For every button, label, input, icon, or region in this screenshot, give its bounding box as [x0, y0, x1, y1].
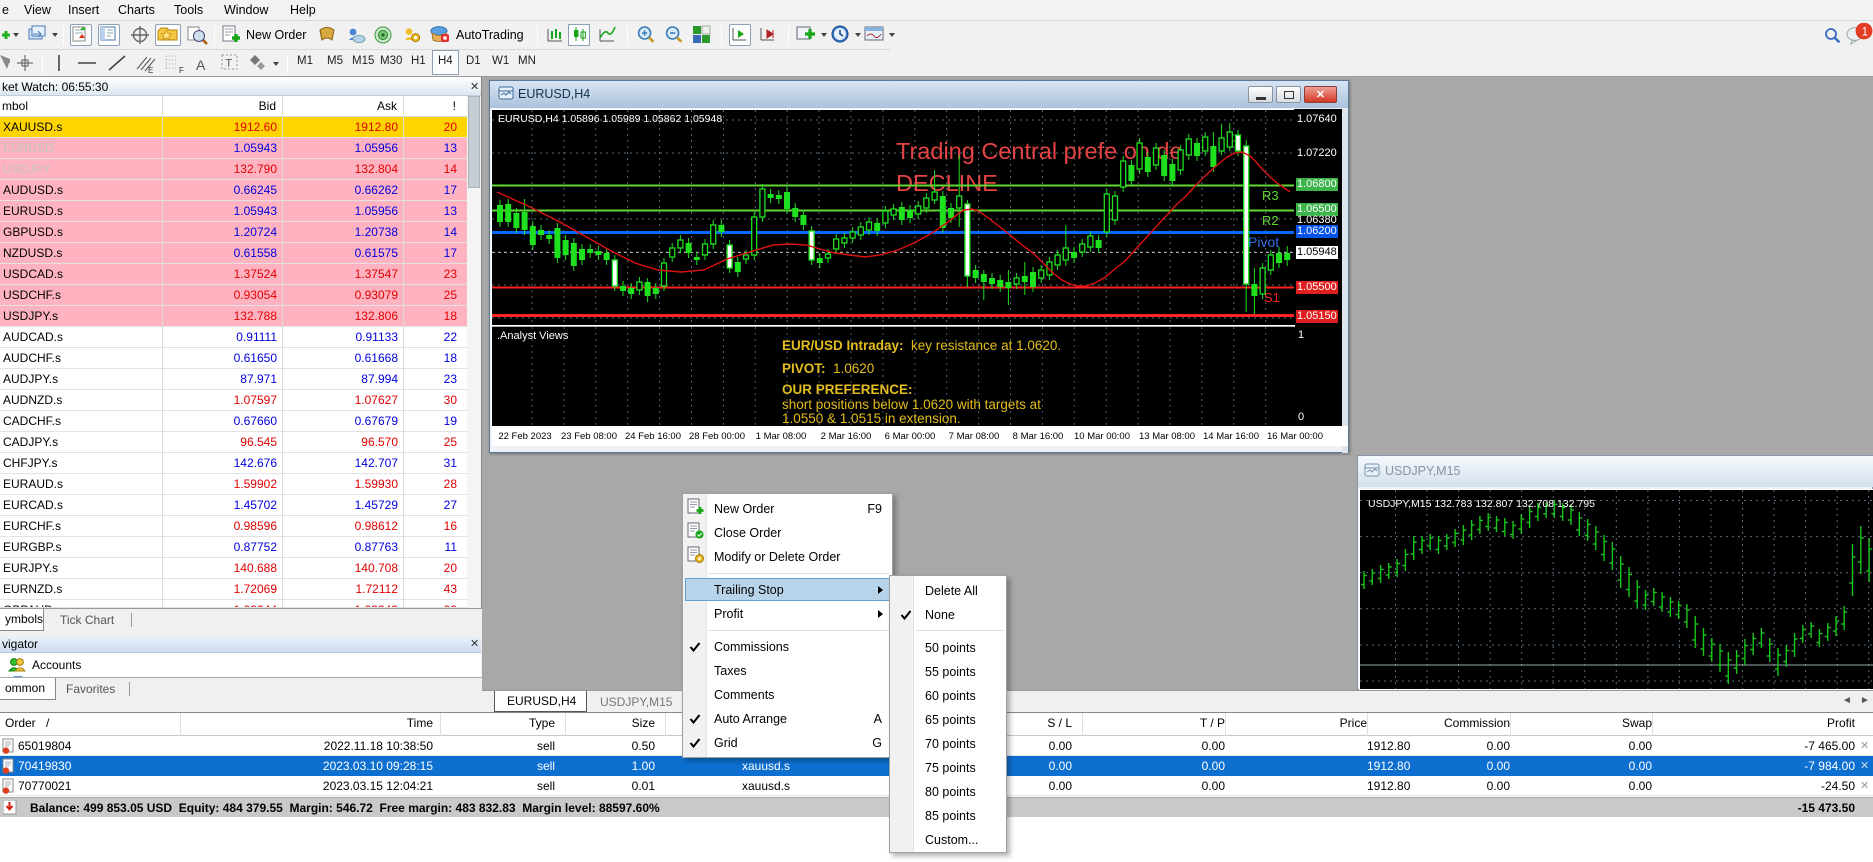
svg-text:S1: S1 — [1264, 290, 1280, 305]
svg-text:F: F — [179, 66, 184, 75]
svg-text:Pivot: Pivot — [1248, 234, 1279, 250]
svg-text:T: T — [225, 58, 232, 70]
svg-text:R3: R3 — [1262, 188, 1279, 203]
svg-text:EURUSD,H4 1.05896 1.05989 1.0: EURUSD,H4 1.05896 1.05989 1.05862 1.0594… — [498, 113, 722, 125]
svg-text:R2: R2 — [1262, 213, 1279, 228]
svg-text:E: E — [148, 66, 153, 75]
svg-text:1: 1 — [1862, 24, 1869, 38]
svg-text:DECLINE: DECLINE — [896, 170, 998, 196]
svg-text:USDJPY,M15 132.783 132.807 13: USDJPY,M15 132.783 132.807 132.708 132.7… — [1368, 498, 1595, 510]
